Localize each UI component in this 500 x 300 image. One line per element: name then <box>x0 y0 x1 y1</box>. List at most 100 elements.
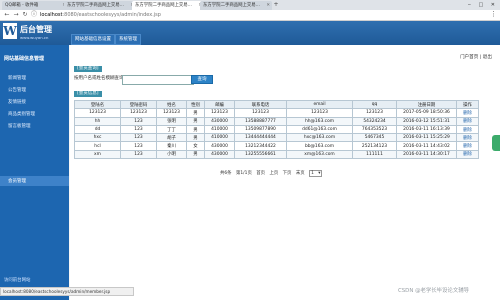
sidebar-item-product-categories[interactable]: 商品类别管理 <box>8 111 35 117</box>
forward-icon[interactable]: → <box>12 11 20 19</box>
sidebar-item-members[interactable]: 会员管理 <box>8 178 26 184</box>
table-cell: 123 <box>120 116 157 126</box>
table-cell: bb@163.com <box>286 141 353 151</box>
page-select[interactable]: 1 ▾ <box>309 170 323 177</box>
page-select-value: 1 <box>311 171 314 176</box>
table-cell: hh <box>74 116 121 126</box>
search-button[interactable]: 查询 <box>191 75 213 84</box>
header-register-date[interactable]: 注册日期 <box>396 99 457 110</box>
address-bar: ← → ↻ ⓘ localhost:8080/eastschoolesyys/a… <box>0 10 500 21</box>
brand-url: www.wuyan.cn <box>20 35 49 40</box>
header-postcode[interactable]: 邮编 <box>204 99 235 110</box>
sidebar-item-news[interactable]: 新闻管理 <box>8 75 26 81</box>
system-management-button[interactable]: 系统管理 <box>115 34 141 45</box>
table-cell: 女 <box>186 141 205 151</box>
reload-icon[interactable]: ↻ <box>21 11 29 19</box>
sidebar-item-announcements[interactable]: 公告管理 <box>8 87 26 93</box>
visit-frontend-link[interactable]: 访问前台网站 <box>4 277 30 283</box>
browser-tab-label: 东方学院二手商品网上交易... <box>135 3 192 8</box>
table-cell: 430000 <box>204 141 235 151</box>
delete-link[interactable]: 删除 <box>456 133 479 143</box>
header-gender[interactable]: 性别 <box>186 99 205 110</box>
browser-tab-1[interactable]: 东方学院二手商品网上交易... ✕ <box>64 1 136 10</box>
browser-tab-bar: QQ邮箱 - 收件箱 ✕ 东方学院二手商品网上交易... ✕ 东方学院二手商品网… <box>0 0 500 10</box>
watermark-text: CSDN @老学长毕设论文辅导 <box>398 288 469 294</box>
info-icon[interactable]: ⓘ <box>30 11 38 19</box>
header-email[interactable]: email <box>286 99 353 110</box>
sidebar-item-friend-links[interactable]: 友情链接 <box>8 99 26 105</box>
table-cell: 111111 <box>352 149 397 160</box>
table-cell: xm@163.com <box>286 149 353 160</box>
sidebar: 网站基础信息管理 新闻管理 公告管理 友情链接 商品类别管理 留言板管理 会员管… <box>0 45 69 300</box>
delete-link[interactable]: 删除 <box>456 141 479 151</box>
close-tab-icon[interactable]: ✕ <box>266 1 270 10</box>
table-row: hh 123 张明男 430000 13588887777 hh@163.com 54324… <box>74 116 479 126</box>
pager-total: 共6条 <box>220 171 232 176</box>
browser-menu-icon[interactable]: ⋮ <box>490 10 497 18</box>
pager-next-link[interactable]: 下页 <box>283 171 292 176</box>
table-cell: 秦川 <box>156 141 187 151</box>
table-cell: 2016-03-11 14:30:17 <box>396 149 457 160</box>
main-content: 门户首页 | 退出 [会员查询] 按用户名或姓名模糊查询: 查询 [会员信息] … <box>70 45 500 300</box>
search-label: 按用户名或姓名模糊查询: <box>74 76 126 81</box>
delete-link[interactable]: 删除 <box>456 116 479 126</box>
site-settings-button[interactable]: 网站基础信息设置 <box>71 34 115 45</box>
browser-tab-label: 东方学院二手商品网上交易... <box>203 3 260 8</box>
header-name[interactable]: 姓名 <box>156 99 187 110</box>
browser-tab-0[interactable]: QQ邮箱 - 收件箱 ✕ <box>2 1 68 10</box>
table-cell: 13255556661 <box>234 149 287 160</box>
table-cell: 410000 <box>204 133 235 143</box>
table-cell: hxc <box>74 133 121 143</box>
url-host: localhost <box>40 12 63 18</box>
table-cell: 123123 <box>234 108 287 118</box>
member-table: 登陆名 登陆密码 姓名 性别 邮编 联系电话 email qq 注册日期 操作 … <box>74 99 479 160</box>
url-field[interactable]: localhost:8080/eastschoolesyys/admin/ind… <box>40 11 460 19</box>
side-float-tab[interactable] <box>492 135 500 151</box>
table-cell: 430000 <box>204 149 235 160</box>
logo-icon: W <box>3 23 17 39</box>
pager-prev-link[interactable]: 上页 <box>269 171 278 176</box>
delete-link[interactable]: 删除 <box>456 124 479 135</box>
header-actions: 操作 <box>456 99 479 110</box>
table-cell: hcl <box>74 141 121 151</box>
sidebar-title: 网站基础信息管理 <box>4 56 45 62</box>
table-cell: 123123 <box>352 108 397 118</box>
url-path: :8080/eastschoolesyys/admin/index.jsp <box>62 12 161 18</box>
table-row: hcl 123 秦川女 430000 13212344422 bb@163.com 2521… <box>74 141 479 151</box>
member-list-title: [会员信息] <box>74 91 102 97</box>
table-row: hxc 123 胡子男 410000 13444444444 hxc@163.com 546… <box>74 133 479 143</box>
pager-first-link[interactable]: 首页 <box>256 171 265 176</box>
table-cell: 410000 <box>204 124 235 135</box>
table-body: 123123 123123 123123 男 123123 123123 123123 123… <box>74 108 479 160</box>
system-menu-bar: 网站基础信息设置 系统管理 <box>68 34 500 45</box>
header-password[interactable]: 登陆密码 <box>120 99 157 110</box>
top-links[interactable]: 门户首页 | 退出 <box>460 54 492 60</box>
table-cell: 123 <box>120 141 157 151</box>
window-controls[interactable]: ‒ □ ✕ <box>468 0 498 10</box>
table-cell: 男 <box>186 124 205 135</box>
table-cell: 123123 <box>156 108 187 118</box>
status-bar: localhost:8080/eastschoolesyys/admin/mem… <box>0 287 134 296</box>
table-cell: 54324234 <box>352 116 397 126</box>
table-cell: 男 <box>186 108 205 118</box>
table-cell: 123123 <box>286 108 353 118</box>
pager-last-link[interactable]: 末页 <box>296 171 305 176</box>
sidebar-item-message-board[interactable]: 留言板管理 <box>8 123 31 129</box>
browser-tab-3[interactable]: 东方学院二手商品网上交易... ✕ <box>200 1 272 10</box>
header-phone[interactable]: 联系电话 <box>234 99 287 110</box>
table-header-row: 登陆名 登陆密码 姓名 性别 邮编 联系电话 email qq 注册日期 操作 <box>74 99 479 110</box>
header-qq[interactable]: qq <box>352 99 397 110</box>
delete-link[interactable]: 删除 <box>456 108 479 118</box>
table-cell: 13212344422 <box>234 141 287 151</box>
table-cell: 123 <box>120 133 157 143</box>
back-icon[interactable]: ← <box>3 11 11 19</box>
browser-tab-2-active[interactable]: 东方学院二手商品网上交易... ✕ <box>132 1 204 10</box>
header-login-name[interactable]: 登陆名 <box>74 99 121 110</box>
table-cell: 2017-05-09 18:50:36 <box>396 108 457 118</box>
search-panel-title: [会员查询] <box>74 66 102 72</box>
search-input[interactable] <box>122 75 194 85</box>
delete-link[interactable]: 删除 <box>456 149 479 160</box>
table-cell: 123123 <box>204 108 235 118</box>
new-tab-icon[interactable]: + <box>272 1 280 9</box>
table-cell: hh@163.com <box>286 116 353 126</box>
